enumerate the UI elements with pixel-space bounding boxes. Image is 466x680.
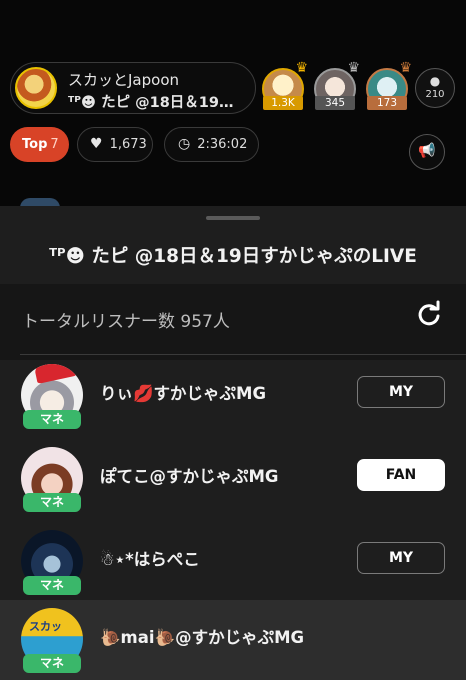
- likes-pill[interactable]: ♥ 1,673: [77, 127, 153, 162]
- status-badge: マネ: [23, 654, 81, 673]
- heart-icon: ♥: [90, 136, 103, 152]
- likes-count: 1,673: [109, 137, 147, 152]
- listener-name: りぃ💋すかじゃぷMG: [100, 384, 267, 403]
- host-profile-pill[interactable]: スカッとJapoon ᵀᴾ☻ たピ @18日＆19…: [10, 62, 256, 114]
- listener-name: 🐌mai🐌@すかじゃぷMG: [100, 628, 305, 647]
- ranking-count: 173: [367, 96, 407, 110]
- top-label: Top: [22, 137, 48, 152]
- person-icon: ●: [429, 74, 441, 88]
- host-avatar: [15, 67, 57, 109]
- listener-name: ☃︎⋆*はらぺこ: [100, 550, 200, 569]
- megaphone-icon: 📢: [418, 143, 436, 159]
- list-item[interactable]: マネ ぽてこ@すかじゃぷMG FAN: [0, 439, 466, 522]
- my-button[interactable]: MY: [357, 542, 445, 574]
- ranking-avatar-2[interactable]: ♛ 345: [314, 60, 360, 110]
- top-rank-pill[interactable]: Top 7: [10, 127, 69, 162]
- list-item[interactable]: スカッ マネ 🐌mai🐌@すかじゃぷMG: [0, 600, 466, 680]
- status-badge: マネ: [23, 410, 81, 429]
- ranking-count: 345: [315, 96, 355, 110]
- host-name: スカッとJapoon: [68, 71, 179, 89]
- crown-icon: ♛: [295, 60, 308, 76]
- live-title-preview: ᵀᴾ☻ たピ @18日＆19…: [68, 95, 234, 111]
- listener-name: ぽてこ@すかじゃぷMG: [100, 467, 279, 486]
- viewer-count: 210: [425, 89, 445, 100]
- clock-icon: ◷: [178, 136, 191, 152]
- list-item[interactable]: マネ ☃︎⋆*はらぺこ MY: [0, 522, 466, 605]
- list-item[interactable]: マネ りぃ💋すかじゃぷMG MY: [0, 356, 466, 439]
- sheet-title: ᵀᴾ☻ たピ @18日＆19日すかじゃぷのLIVE: [49, 246, 417, 267]
- live-stream-header: スカッとJapoon ᵀᴾ☻ たピ @18日＆19… ♛ 1.3K ♛ 345 …: [0, 0, 466, 208]
- ranking-avatar-1[interactable]: ♛ 1.3K: [262, 60, 308, 110]
- sheet-drag-handle[interactable]: [206, 216, 260, 220]
- fan-button[interactable]: FAN: [357, 459, 445, 491]
- listener-sheet: ᵀᴾ☻ たピ @18日＆19日すかじゃぷのLIVE トータルリスナー数 957人…: [0, 206, 466, 680]
- divider: [20, 354, 466, 355]
- crown-icon: ♛: [399, 60, 412, 76]
- my-button[interactable]: MY: [357, 376, 445, 408]
- viewer-count-button[interactable]: ● 210: [415, 68, 455, 108]
- listener-summary-bar: トータルリスナー数 957人: [0, 284, 466, 360]
- status-badge: マネ: [23, 576, 81, 595]
- announcement-button[interactable]: 📢: [409, 134, 445, 170]
- live-timer-pill: ◷ 2:36:02: [164, 127, 259, 162]
- crown-icon: ♛: [347, 60, 360, 76]
- ranking-avatar-3[interactable]: ♛ 173: [366, 60, 412, 110]
- total-listeners: トータルリスナー数 957人: [22, 312, 230, 332]
- live-timer: 2:36:02: [197, 137, 248, 152]
- ranking-count: 1.3K: [263, 96, 303, 110]
- status-badge: マネ: [23, 493, 81, 512]
- refresh-icon[interactable]: [414, 300, 444, 330]
- top-rank-number: 7: [50, 137, 59, 152]
